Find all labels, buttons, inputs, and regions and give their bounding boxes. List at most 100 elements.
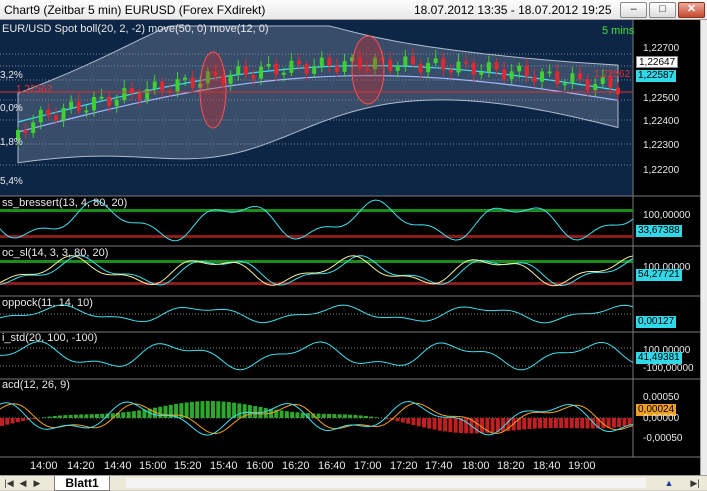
chart-tool-icon[interactable]: ▲ <box>662 477 676 489</box>
macd-histogram-bar <box>538 418 542 428</box>
candle-body <box>274 64 278 75</box>
candle-body <box>616 88 620 95</box>
macd-histogram-bar <box>317 414 321 418</box>
candle-body <box>46 110 50 116</box>
time-label: 18:00 <box>462 460 490 472</box>
candle-body <box>327 58 331 66</box>
maximize-button[interactable]: □ <box>649 2 676 18</box>
macd-histogram-bar <box>554 418 558 428</box>
macd-histogram-bar <box>622 418 626 426</box>
price-axis-label: 1,22700 <box>643 43 679 54</box>
macd-histogram-bar <box>454 418 458 433</box>
sheet-tab-blatt1[interactable]: Blatt1 <box>54 476 110 491</box>
macd-histogram-bar <box>369 417 373 418</box>
indicator-axis-label: 0,00000 <box>643 413 679 424</box>
macd-histogram-bar <box>158 407 162 418</box>
indicator-title: acd(12, 26, 9) <box>2 379 70 391</box>
oversold-band <box>0 235 633 238</box>
candle-body <box>548 71 552 73</box>
candle-body <box>183 78 187 80</box>
macd-histogram-bar <box>406 418 410 424</box>
candle-body <box>479 72 483 75</box>
macd-histogram-bar <box>53 416 57 418</box>
time-label: 14:00 <box>30 460 58 472</box>
candle-body <box>84 110 88 112</box>
macd-histogram-bar <box>491 418 495 432</box>
indicator-title: ss_bressert(13, 4, 80, 20) <box>2 197 127 209</box>
macd-histogram-bar <box>617 418 621 427</box>
time-label: 14:20 <box>67 460 95 472</box>
macd-histogram-bar <box>63 415 67 418</box>
prev-sheet-button[interactable]: ◀ <box>16 477 30 489</box>
macd-histogram-bar <box>549 418 553 428</box>
highlight-marker <box>200 52 226 128</box>
macd-histogram-bar <box>427 418 431 429</box>
candle-body <box>593 84 597 90</box>
candle-body <box>122 88 126 100</box>
candle-body <box>525 66 529 77</box>
macd-histogram-bar <box>433 418 437 430</box>
candle-body <box>31 122 35 133</box>
macd-histogram-bar <box>264 408 268 418</box>
candle-body <box>487 62 491 72</box>
macd-histogram-bar <box>417 418 421 426</box>
macd-histogram-bar <box>332 414 336 418</box>
candle-body <box>320 58 324 67</box>
candle-body <box>236 66 240 74</box>
ma-value-box: 1,22587 <box>636 70 676 82</box>
indicator-axis-label: -0,00050 <box>643 433 682 444</box>
macd-histogram-bar <box>285 411 289 418</box>
macd-histogram-bar <box>69 415 73 418</box>
macd-histogram-bar <box>411 418 415 425</box>
window-titlebar: Chart9 (Zeitbar 5 min) EURUSD (Forex FXd… <box>0 0 707 20</box>
time-label: 15:20 <box>174 460 202 472</box>
macd-histogram-bar <box>11 418 15 423</box>
macd-histogram-bar <box>443 418 447 431</box>
macd-histogram-bar <box>543 418 547 428</box>
first-sheet-button[interactable]: |◀ <box>2 477 16 489</box>
close-button[interactable]: ✕ <box>678 2 705 18</box>
candle-body <box>510 71 514 79</box>
macd-histogram-bar <box>211 401 215 418</box>
macd-histogram-bar <box>100 414 104 418</box>
candle-body <box>419 64 423 72</box>
time-label: 16:20 <box>282 460 310 472</box>
candle-body <box>244 66 248 75</box>
next-sheet-button[interactable]: ▶ <box>30 477 44 489</box>
macd-histogram-bar <box>74 415 78 418</box>
candle-body <box>449 70 453 73</box>
macd-histogram-bar <box>195 401 199 418</box>
macd-histogram-bar <box>95 414 99 418</box>
pct-label: 5,4% <box>0 176 23 187</box>
horizontal-scrollbar[interactable] <box>126 478 646 488</box>
macd-histogram-bar <box>84 414 88 418</box>
time-label: 14:40 <box>104 460 132 472</box>
macd-histogram-bar <box>580 418 584 428</box>
macd-histogram-bar <box>422 418 426 427</box>
vertical-scrollbar[interactable] <box>700 20 707 475</box>
candle-body <box>259 67 263 79</box>
macd-histogram-bar <box>164 406 168 418</box>
macd-histogram-bar <box>206 401 210 418</box>
pct-label: 3,2% <box>0 70 23 81</box>
macd-histogram-bar <box>121 412 125 418</box>
macd-histogram-bar <box>132 411 136 418</box>
macd-histogram-bar <box>0 418 4 426</box>
macd-histogram-bar <box>559 418 563 428</box>
macd-histogram-bar <box>438 418 442 431</box>
candle-body <box>62 108 66 120</box>
candle-body <box>457 62 461 73</box>
macd-histogram-bar <box>295 412 299 418</box>
candle-body <box>107 97 111 106</box>
macd-histogram-bar <box>5 418 9 425</box>
macd-histogram-bar <box>348 415 352 418</box>
candle-body <box>312 67 316 74</box>
red-value-label: 1,22562 <box>594 69 630 80</box>
candle-body <box>502 69 506 79</box>
macd-histogram-bar <box>16 418 20 422</box>
scroll-right-button[interactable]: ▶| <box>688 477 702 489</box>
time-label: 16:40 <box>318 460 346 472</box>
chart-area[interactable]: EUR/USD Spot boll(20, 2, -2) move(50, 0)… <box>0 20 700 475</box>
minimize-button[interactable]: – <box>620 2 647 18</box>
macd-histogram-bar <box>359 415 363 418</box>
